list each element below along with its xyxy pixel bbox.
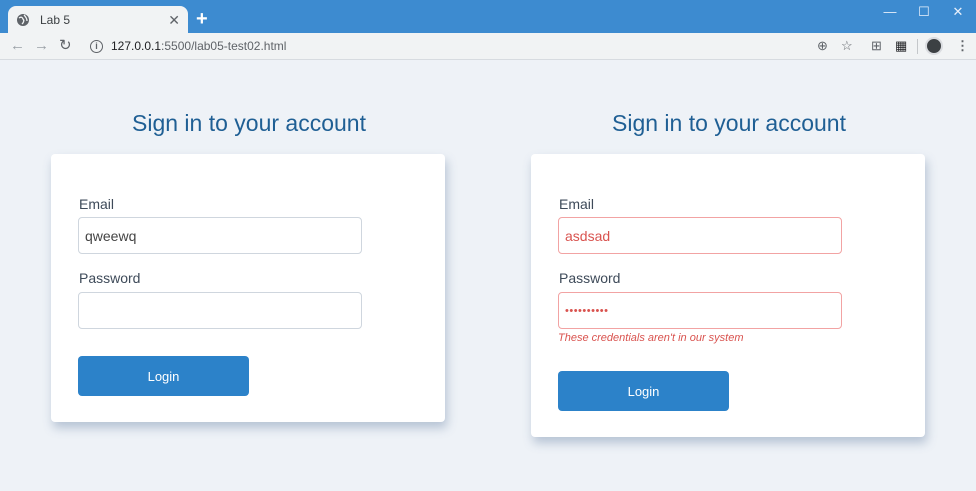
zoom-icon[interactable]: ⊕ <box>817 38 828 54</box>
maximize-button[interactable]: ☐ <box>914 4 934 20</box>
browser-tab[interactable]: Lab 5 ✕ <box>8 6 188 33</box>
tab-title: Lab 5 <box>40 12 71 27</box>
email-field[interactable]: qweewq <box>78 217 362 254</box>
menu-icon[interactable]: ⋮ <box>956 38 969 54</box>
bookmark-star-icon[interactable]: ☆ <box>841 38 853 54</box>
globe-icon <box>17 13 29 26</box>
browser-titlebar: Lab 5 ✕ + — ☐ ✕ <box>0 0 976 33</box>
new-tab-button[interactable]: + <box>196 9 208 29</box>
page-title: Sign in to your account <box>132 110 366 136</box>
url-host: 127.0.0.1 <box>111 39 162 53</box>
toolbar-separator <box>917 39 918 54</box>
back-icon[interactable]: ← <box>10 37 25 55</box>
reload-icon[interactable]: ↻ <box>59 37 72 55</box>
url-text: 127.0.0.1:5500/lab05-test02.html <box>111 39 286 53</box>
error-message: These credentials aren't in our system <box>558 332 744 344</box>
extension-grid-icon[interactable]: ⊞ <box>871 38 882 54</box>
login-card: Email asdsad Password •••••••••• These c… <box>531 154 925 437</box>
password-label: Password <box>79 270 141 286</box>
browser-toolbar: ← → ↻ i 127.0.0.1:5500/lab05-test02.html… <box>0 33 976 60</box>
password-field[interactable] <box>78 292 362 329</box>
login-card: Email qweewq Password Login <box>51 154 445 422</box>
email-field[interactable]: asdsad <box>558 217 842 254</box>
url-path: :5500/lab05-test02.html <box>161 39 287 53</box>
profile-avatar[interactable] <box>925 37 943 55</box>
email-label: Email <box>559 196 595 212</box>
close-window-button[interactable]: ✕ <box>948 4 968 20</box>
forward-icon[interactable]: → <box>34 37 49 55</box>
page-title: Sign in to your account <box>612 110 846 136</box>
login-button[interactable]: Login <box>558 371 729 411</box>
minimize-button[interactable]: — <box>880 4 900 19</box>
login-button[interactable]: Login <box>78 356 249 396</box>
password-field[interactable]: •••••••••• <box>558 292 842 329</box>
extension-table-icon[interactable]: ▦ <box>895 38 907 54</box>
tab-close-icon[interactable]: ✕ <box>168 13 180 27</box>
address-bar[interactable]: i 127.0.0.1:5500/lab05-test02.html <box>84 35 864 57</box>
email-label: Email <box>79 196 115 212</box>
password-label: Password <box>559 270 621 286</box>
info-icon[interactable]: i <box>90 39 103 53</box>
